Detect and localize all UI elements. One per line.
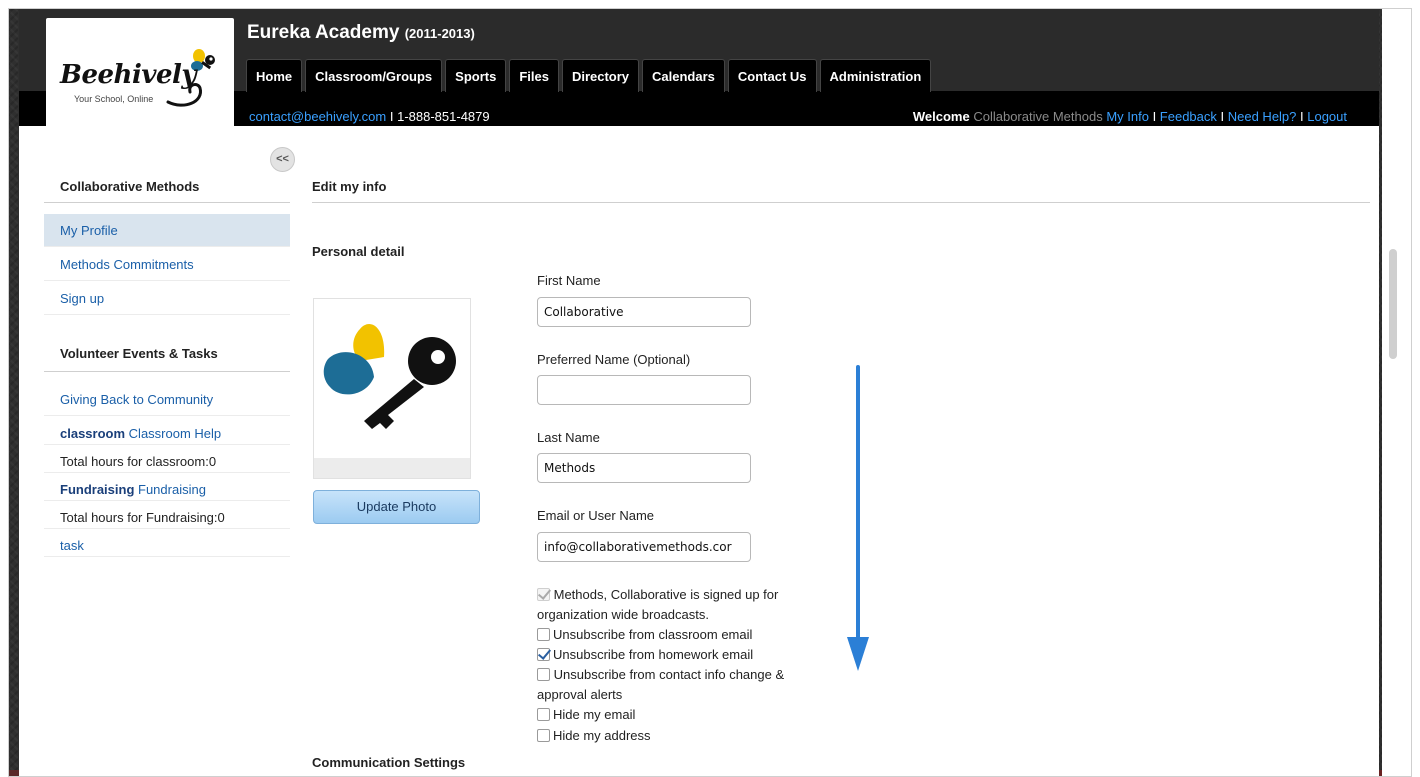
first-name-label: First Name bbox=[537, 273, 601, 288]
separator: I bbox=[1216, 109, 1228, 124]
page-title: Edit my info bbox=[312, 179, 387, 194]
welcome-user-name: Collaborative Methods bbox=[973, 109, 1103, 124]
key-butterfly-icon bbox=[323, 324, 456, 429]
event-tag: classroom bbox=[60, 426, 126, 441]
event-tag: Fundraising bbox=[60, 482, 135, 497]
photo-caption-bar bbox=[314, 458, 470, 478]
hide-email-option[interactable]: Hide my email bbox=[537, 707, 635, 722]
unsub-homework-label: Unsubscribe from homework email bbox=[553, 647, 754, 662]
email-label: Email or User Name bbox=[537, 508, 655, 523]
right-margin bbox=[1382, 9, 1411, 776]
logo-tagline: Your School, Online bbox=[74, 94, 154, 104]
last-name-field[interactable]: Methods bbox=[537, 453, 751, 483]
hide-email-checkbox[interactable] bbox=[537, 708, 550, 721]
list-item[interactable]: classroom Classroom Help bbox=[44, 423, 290, 445]
hide-email-label: Hide my email bbox=[553, 707, 636, 722]
divider bbox=[312, 202, 1370, 203]
hide-address-option[interactable]: Hide my address bbox=[537, 728, 651, 743]
browser-viewport: Beehively Your School, Online Eureka Aca… bbox=[8, 8, 1412, 777]
nav-home[interactable]: Home bbox=[246, 59, 303, 92]
contact-email-link[interactable]: contact@beehively.com bbox=[249, 109, 386, 124]
update-photo-button[interactable]: Update Photo bbox=[313, 490, 480, 524]
school-title: Eureka Academy (2011-2013) bbox=[247, 22, 475, 44]
nav-contact-us[interactable]: Contact Us bbox=[727, 59, 817, 92]
separator: I bbox=[1148, 109, 1160, 124]
nav-administration[interactable]: Administration bbox=[819, 59, 932, 92]
divider bbox=[44, 202, 290, 203]
section-personal-detail: Personal detail bbox=[312, 244, 405, 259]
broadcast-notice: Methods, Collaborative is signed up for … bbox=[537, 585, 807, 625]
logout-link[interactable]: Logout bbox=[1307, 109, 1347, 124]
list-item: Total hours for Fundraising:0 bbox=[44, 507, 290, 529]
profile-photo bbox=[313, 298, 471, 479]
broadcast-checkbox bbox=[537, 588, 550, 601]
separator: I bbox=[1296, 109, 1308, 124]
email-field[interactable]: info@collaborativemethods.cor bbox=[537, 532, 751, 562]
broadcast-text: Methods, Collaborative is signed up for … bbox=[537, 587, 779, 622]
hours-text: Total hours for classroom:0 bbox=[60, 454, 217, 469]
arrow-down-icon bbox=[847, 365, 869, 671]
feedback-link[interactable]: Feedback bbox=[1160, 109, 1217, 124]
sidebar-item-giving-back[interactable]: Giving Back to Community bbox=[44, 383, 290, 416]
event-link[interactable]: Fundraising bbox=[138, 482, 206, 497]
nav-directory[interactable]: Directory bbox=[561, 59, 640, 92]
list-item: Total hours for classroom:0 bbox=[44, 451, 290, 473]
first-name-field[interactable]: Collaborative bbox=[537, 297, 751, 327]
contact-separator: I bbox=[386, 109, 398, 124]
nav-calendars[interactable]: Calendars bbox=[642, 59, 725, 92]
welcome-label: Welcome bbox=[912, 109, 970, 124]
preferred-name-label: Preferred Name (Optional) bbox=[537, 352, 691, 367]
nav-sports[interactable]: Sports bbox=[445, 59, 507, 92]
nav-files[interactable]: Files bbox=[509, 59, 559, 92]
sidebar-item-methods-commitments[interactable]: Methods Commitments bbox=[44, 248, 290, 281]
scrollbar-thumb[interactable] bbox=[1389, 249, 1397, 359]
unsub-homework-checkbox[interactable] bbox=[537, 648, 550, 661]
sidebar-item-sign-up[interactable]: Sign up bbox=[44, 282, 290, 315]
hide-address-label: Hide my address bbox=[553, 728, 651, 743]
preferred-name-field[interactable] bbox=[537, 375, 751, 405]
my-info-link[interactable]: My Info bbox=[1106, 109, 1149, 124]
last-name-label: Last Name bbox=[537, 430, 600, 445]
unsub-classroom-checkbox[interactable] bbox=[537, 628, 550, 641]
collapse-sidebar-button[interactable]: << bbox=[270, 147, 295, 172]
sidebar-user-heading: Collaborative Methods bbox=[60, 179, 200, 194]
screenshot-frame: Beehively Your School, Online Eureka Aca… bbox=[0, 0, 1420, 777]
sidebar-volunteer-heading: Volunteer Events & Tasks bbox=[60, 346, 218, 361]
hide-address-checkbox[interactable] bbox=[537, 729, 550, 742]
contact-line: contact@beehively.com I 1-888-851-4879 bbox=[249, 109, 490, 124]
school-years: (2011-2013) bbox=[404, 26, 475, 41]
unsub-homework-option[interactable]: Unsubscribe from homework email bbox=[537, 647, 753, 662]
unsub-classroom-option[interactable]: Unsubscribe from classroom email bbox=[537, 627, 752, 642]
list-item[interactable]: Fundraising Fundraising bbox=[44, 479, 290, 501]
unsub-contact-checkbox[interactable] bbox=[537, 668, 550, 681]
unsub-contact-label: Unsubscribe from contact info change & a… bbox=[537, 667, 785, 702]
nav-classroom-groups[interactable]: Classroom/Groups bbox=[305, 59, 443, 92]
sidebar-item-my-profile[interactable]: My Profile bbox=[44, 214, 290, 247]
need-help-link[interactable]: Need Help? bbox=[1228, 109, 1297, 124]
logo[interactable]: Beehively Your School, Online bbox=[46, 18, 234, 140]
hours-text: Total hours for Fundraising:0 bbox=[60, 510, 225, 525]
main-nav: Home Classroom/Groups Sports Files Direc… bbox=[246, 59, 932, 92]
task-link[interactable]: task bbox=[60, 538, 84, 553]
school-name: Eureka Academy bbox=[247, 22, 400, 43]
contact-phone: 1-888-851-4879 bbox=[397, 109, 490, 124]
unsub-classroom-label: Unsubscribe from classroom email bbox=[553, 627, 753, 642]
divider bbox=[44, 371, 290, 372]
logo-swoosh-icon bbox=[166, 83, 202, 107]
section-communication-settings: Communication Settings bbox=[312, 755, 466, 770]
unsub-contact-option[interactable]: Unsubscribe from contact info change & a… bbox=[537, 665, 807, 705]
welcome-line: Welcome Collaborative Methods My Info I … bbox=[913, 109, 1347, 124]
list-item[interactable]: task bbox=[44, 535, 290, 557]
event-link[interactable]: Classroom Help bbox=[129, 426, 221, 441]
